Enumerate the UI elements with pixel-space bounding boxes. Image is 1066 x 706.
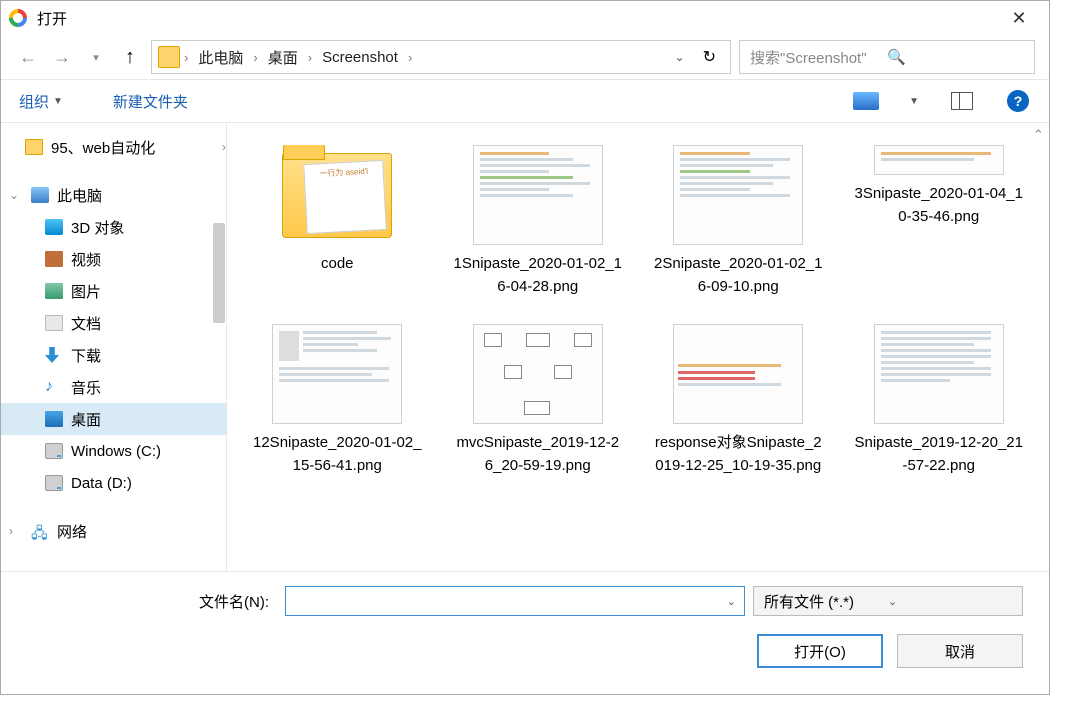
nav-row: ← → ▾ ↑ › 此电脑 › 桌面 › Screenshot › ⌄ ↻ 搜索… <box>1 35 1049 79</box>
refresh-button[interactable]: ↻ <box>695 47 724 67</box>
address-bar[interactable]: › 此电脑 › 桌面 › Screenshot › ⌄ ↻ <box>151 40 731 74</box>
image-thumbnail <box>272 324 402 424</box>
layout-button[interactable] <box>949 91 975 111</box>
tree-pictures[interactable]: 图片 <box>1 275 226 307</box>
image-thumbnail <box>874 145 1004 175</box>
tree-this-pc[interactable]: ⌄ 此电脑 <box>1 179 226 211</box>
body: 95、web自动化 › ⌄ 此电脑 3D 对象 视频 图片 文档 下载 ♪音乐 … <box>1 123 1049 571</box>
file-name: code <box>321 253 354 276</box>
folder-thumbnail: 一行为 aseid'l <box>272 145 402 245</box>
organize-button[interactable]: 组织 ▼ <box>19 91 63 112</box>
file-item[interactable]: mvcSnipaste_2019-12-26_20-59-19.png <box>438 320 639 481</box>
file-item[interactable]: 1Snipaste_2020-01-02_16-04-28.png <box>438 141 639 302</box>
desktop-icon <box>45 411 63 427</box>
nav-recent-dropdown[interactable]: ▾ <box>83 44 109 70</box>
file-item[interactable]: 2Snipaste_2020-01-02_16-09-10.png <box>638 141 839 302</box>
breadcrumb-screenshot[interactable]: Screenshot <box>316 45 404 70</box>
download-icon <box>45 347 63 363</box>
file-item[interactable]: 3Snipaste_2020-01-04_10-35-46.png <box>839 141 1040 302</box>
search-icon: 🔍 <box>887 48 1024 66</box>
file-name: 3Snipaste_2020-01-04_10-35-46.png <box>854 183 1024 228</box>
music-icon: ♪ <box>45 379 63 395</box>
drive-icon <box>45 443 63 459</box>
chevron-right-icon: › <box>253 50 257 65</box>
tree-videos[interactable]: 视频 <box>1 243 226 275</box>
tree-scrollbar[interactable] <box>213 223 225 323</box>
drive-icon <box>45 475 63 491</box>
folder-icon <box>158 46 180 68</box>
nav-forward-button[interactable]: → <box>49 44 75 70</box>
tree-quick-folder[interactable]: 95、web自动化 › <box>1 131 226 163</box>
picture-icon <box>45 283 63 299</box>
file-name: 12Snipaste_2020-01-02_15-56-41.png <box>252 432 422 477</box>
tree-drive-c[interactable]: Windows (C:) <box>1 435 226 467</box>
tree-3d-objects[interactable]: 3D 对象 <box>1 211 226 243</box>
image-thumbnail <box>473 145 603 245</box>
file-name: response对象Snipaste_2019-12-25_10-19-35.p… <box>653 432 823 477</box>
nav-up-button[interactable]: ↑ <box>117 44 143 70</box>
filename-label: 文件名(N): <box>1 591 277 612</box>
file-name: Snipaste_2019-12-20_21-57-22.png <box>854 432 1024 477</box>
toolbar: 组织 ▼ 新建文件夹 ▼ ? <box>1 79 1049 123</box>
image-thumbnail <box>673 324 803 424</box>
view-dropdown[interactable]: ▼ <box>909 96 919 107</box>
image-thumbnail <box>473 324 603 424</box>
help-button[interactable]: ? <box>1005 91 1031 111</box>
chevron-down-icon: ▼ <box>53 96 63 107</box>
tree-desktop[interactable]: 桌面 <box>1 403 226 435</box>
file-item[interactable]: response对象Snipaste_2019-12-25_10-19-35.p… <box>638 320 839 481</box>
tree-network[interactable]: › 🖧 网络 <box>1 515 226 547</box>
document-icon <box>45 315 63 331</box>
search-placeholder: 搜索"Screenshot" <box>750 47 887 68</box>
chevron-right-icon: › <box>308 50 312 65</box>
close-button[interactable]: ✕ <box>997 3 1041 33</box>
chevron-right-icon: › <box>184 50 188 65</box>
file-name: mvcSnipaste_2019-12-26_20-59-19.png <box>453 432 623 477</box>
network-icon: 🖧 <box>31 523 49 539</box>
file-name: 2Snipaste_2020-01-02_16-09-10.png <box>653 253 823 298</box>
tree-music[interactable]: ♪音乐 <box>1 371 226 403</box>
bottom-panel: 文件名(N): ⌄ 所有文件 (*.*) ⌄ 打开(O) 取消 <box>1 571 1049 686</box>
nav-back-button[interactable]: ← <box>15 44 41 70</box>
file-type-filter[interactable]: 所有文件 (*.*) ⌄ <box>753 586 1023 616</box>
breadcrumb-this-pc[interactable]: 此电脑 <box>192 43 249 72</box>
file-item[interactable]: Snipaste_2019-12-20_21-57-22.png <box>839 320 1040 481</box>
nav-tree: 95、web自动化 › ⌄ 此电脑 3D 对象 视频 图片 文档 下载 ♪音乐 … <box>1 123 227 571</box>
chrome-icon <box>9 9 27 27</box>
file-name: 1Snipaste_2020-01-02_16-04-28.png <box>453 253 623 298</box>
tree-drive-d[interactable]: Data (D:) <box>1 467 226 499</box>
filename-input[interactable]: ⌄ <box>285 586 745 616</box>
new-folder-button[interactable]: 新建文件夹 <box>113 91 188 112</box>
file-item-folder[interactable]: 一行为 aseid'l code <box>237 141 438 302</box>
view-mode-button[interactable] <box>853 91 879 111</box>
file-item[interactable]: 12Snipaste_2020-01-02_15-56-41.png <box>237 320 438 481</box>
pc-icon <box>31 187 49 203</box>
folder-icon <box>25 139 43 155</box>
chevron-right-icon: › <box>222 140 226 154</box>
tree-downloads[interactable]: 下载 <box>1 339 226 371</box>
open-button[interactable]: 打开(O) <box>757 634 883 668</box>
open-file-dialog: 打开 ✕ ← → ▾ ↑ › 此电脑 › 桌面 › Screenshot › ⌄… <box>0 0 1050 695</box>
tree-documents[interactable]: 文档 <box>1 307 226 339</box>
video-icon <box>45 251 63 267</box>
search-input[interactable]: 搜索"Screenshot" 🔍 <box>739 40 1035 74</box>
chevron-down-icon[interactable]: ⌄ <box>727 595 736 608</box>
titlebar: 打开 ✕ <box>1 1 1049 35</box>
breadcrumb-desktop[interactable]: 桌面 <box>262 43 304 72</box>
cancel-button[interactable]: 取消 <box>897 634 1023 668</box>
chevron-down-icon: ⌄ <box>888 595 1012 608</box>
address-dropdown[interactable]: ⌄ <box>669 50 691 64</box>
chevron-down-icon[interactable]: ⌄ <box>9 188 19 202</box>
files-scroll-up[interactable]: ⌃ <box>1033 127 1047 145</box>
image-thumbnail <box>874 324 1004 424</box>
dialog-title: 打开 <box>37 8 997 29</box>
image-thumbnail <box>673 145 803 245</box>
file-pane: ⌃ 一行为 aseid'l code 1Snipaste_2020-01-02_… <box>227 123 1049 571</box>
chevron-right-icon[interactable]: › <box>9 524 13 538</box>
3d-icon <box>45 219 63 235</box>
chevron-right-icon: › <box>408 50 412 65</box>
